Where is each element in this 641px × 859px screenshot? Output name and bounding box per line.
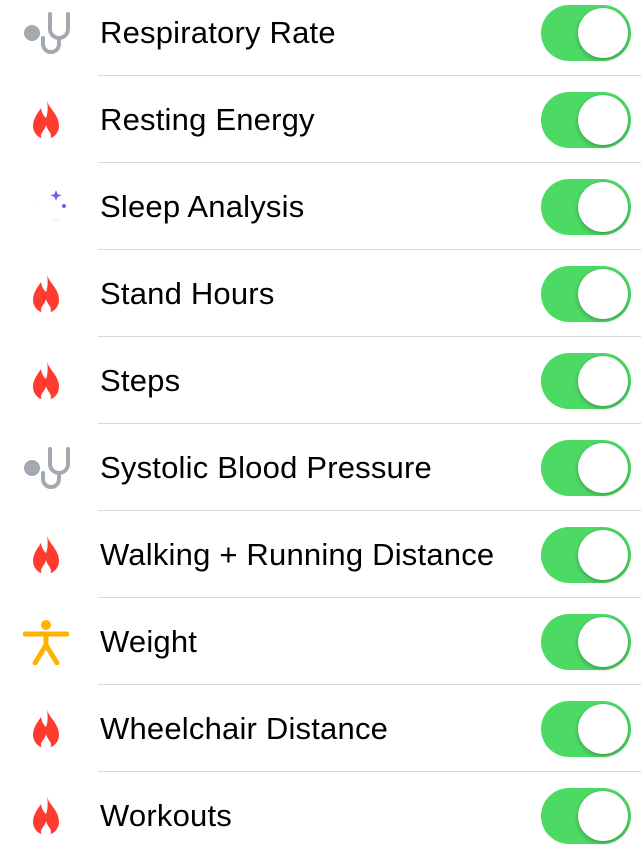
item-label: Wheelchair Distance — [100, 710, 389, 746]
walking-running-distance-toggle[interactable] — [541, 526, 631, 583]
flame-icon — [18, 788, 74, 844]
health-data-list: Respiratory Rate Resting Energy Sleep An… — [0, 0, 641, 844]
list-item-weight: Weight — [0, 598, 641, 685]
flame-icon — [18, 701, 74, 757]
wheelchair-distance-toggle[interactable] — [541, 700, 631, 757]
toggle-knob — [578, 355, 628, 406]
stethoscope-icon — [18, 5, 74, 61]
toggle-knob — [578, 790, 628, 841]
weight-toggle[interactable] — [541, 613, 631, 670]
toggle-knob — [578, 7, 628, 58]
item-label: Systolic Blood Pressure — [100, 449, 432, 485]
flame-icon — [18, 353, 74, 409]
stethoscope-icon — [18, 440, 74, 496]
sleep-analysis-toggle[interactable] — [541, 178, 631, 235]
list-item-walking-running-distance: Walking + Running Distance — [0, 511, 641, 598]
systolic-blood-pressure-toggle[interactable] — [541, 439, 631, 496]
list-item-sleep-analysis: Sleep Analysis — [0, 163, 641, 250]
toggle-knob — [578, 703, 628, 754]
list-item-workouts: Workouts — [0, 772, 641, 859]
flame-icon — [18, 92, 74, 148]
toggle-knob — [578, 529, 628, 580]
figure-icon — [18, 614, 74, 670]
toggle-knob — [578, 181, 628, 232]
toggle-knob — [578, 94, 628, 145]
flame-icon — [18, 266, 74, 322]
workouts-toggle[interactable] — [541, 787, 631, 844]
list-item-stand-hours: Stand Hours — [0, 250, 641, 337]
list-item-respiratory-rate: Respiratory Rate — [0, 0, 641, 76]
toggle-knob — [578, 268, 628, 319]
item-label: Walking + Running Distance — [100, 536, 495, 572]
list-item-systolic-blood-pressure: Systolic Blood Pressure — [0, 424, 641, 511]
resting-energy-toggle[interactable] — [541, 91, 631, 148]
item-label: Resting Energy — [100, 101, 315, 137]
item-label: Workouts — [100, 797, 232, 833]
respiratory-rate-toggle[interactable] — [541, 4, 631, 61]
list-item-resting-energy: Resting Energy — [0, 76, 641, 163]
item-label: Weight — [100, 623, 198, 659]
moon-icon — [18, 179, 74, 235]
flame-icon — [18, 527, 74, 583]
item-label: Sleep Analysis — [100, 188, 305, 224]
list-item-wheelchair-distance: Wheelchair Distance — [0, 685, 641, 772]
item-label: Steps — [100, 362, 181, 398]
list-item-steps: Steps — [0, 337, 641, 424]
steps-toggle[interactable] — [541, 352, 631, 409]
toggle-knob — [578, 616, 628, 667]
stand-hours-toggle[interactable] — [541, 265, 631, 322]
item-label: Respiratory Rate — [100, 14, 336, 50]
item-label: Stand Hours — [100, 275, 275, 311]
toggle-knob — [578, 442, 628, 493]
